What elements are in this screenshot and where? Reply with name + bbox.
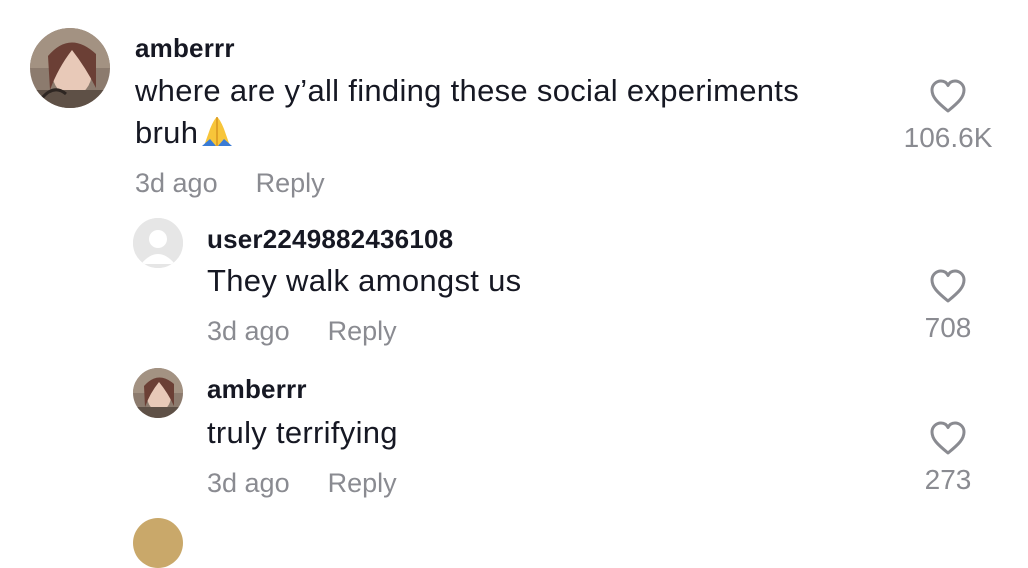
timestamp: 3d ago bbox=[135, 168, 218, 198]
avatar[interactable] bbox=[133, 218, 183, 268]
reply-item: amberrr truly terrifying 3d ago Reply 273 bbox=[0, 360, 1028, 510]
comment-username[interactable]: user2249882436108 bbox=[207, 224, 453, 255]
like-button[interactable]: 708 bbox=[898, 268, 998, 344]
comment-meta: 3d ago Reply bbox=[135, 168, 325, 199]
comment-text: They walk amongst us bbox=[207, 263, 522, 298]
comment-username[interactable]: amberrr bbox=[135, 33, 235, 64]
reply-item: user2249882436108 They walk amongst us 3… bbox=[0, 210, 1028, 360]
reply-button[interactable]: Reply bbox=[328, 468, 397, 498]
comment-text-body: where are y’all finding these social exp… bbox=[135, 73, 800, 150]
heart-icon[interactable] bbox=[929, 268, 967, 304]
comment-item: amberrr where are y’all finding these so… bbox=[0, 0, 1028, 210]
like-count: 273 bbox=[924, 464, 972, 495]
comment-username[interactable]: amberrr bbox=[207, 374, 307, 405]
folded-hands-icon bbox=[200, 115, 234, 147]
avatar[interactable] bbox=[30, 28, 110, 108]
timestamp: 3d ago bbox=[207, 468, 290, 498]
like-button[interactable]: 106.6K bbox=[898, 78, 998, 154]
reply-button[interactable]: Reply bbox=[256, 168, 325, 198]
comment-text: where are y’all finding these social exp… bbox=[135, 70, 855, 154]
heart-icon[interactable] bbox=[929, 78, 967, 114]
timestamp: 3d ago bbox=[207, 316, 290, 346]
like-count: 708 bbox=[924, 312, 972, 343]
profile-photo-icon bbox=[30, 28, 110, 108]
comment-meta: 3d ago Reply bbox=[207, 468, 397, 499]
like-button[interactable]: 273 bbox=[898, 420, 998, 496]
reply-button[interactable]: Reply bbox=[328, 316, 397, 346]
comment-meta: 3d ago Reply bbox=[207, 316, 397, 347]
like-count: 106.6K bbox=[903, 122, 993, 153]
comment-text: truly terrifying bbox=[207, 415, 398, 450]
heart-icon[interactable] bbox=[929, 420, 967, 456]
default-avatar-icon bbox=[133, 218, 183, 268]
profile-photo-icon bbox=[133, 368, 183, 418]
avatar[interactable] bbox=[133, 368, 183, 418]
